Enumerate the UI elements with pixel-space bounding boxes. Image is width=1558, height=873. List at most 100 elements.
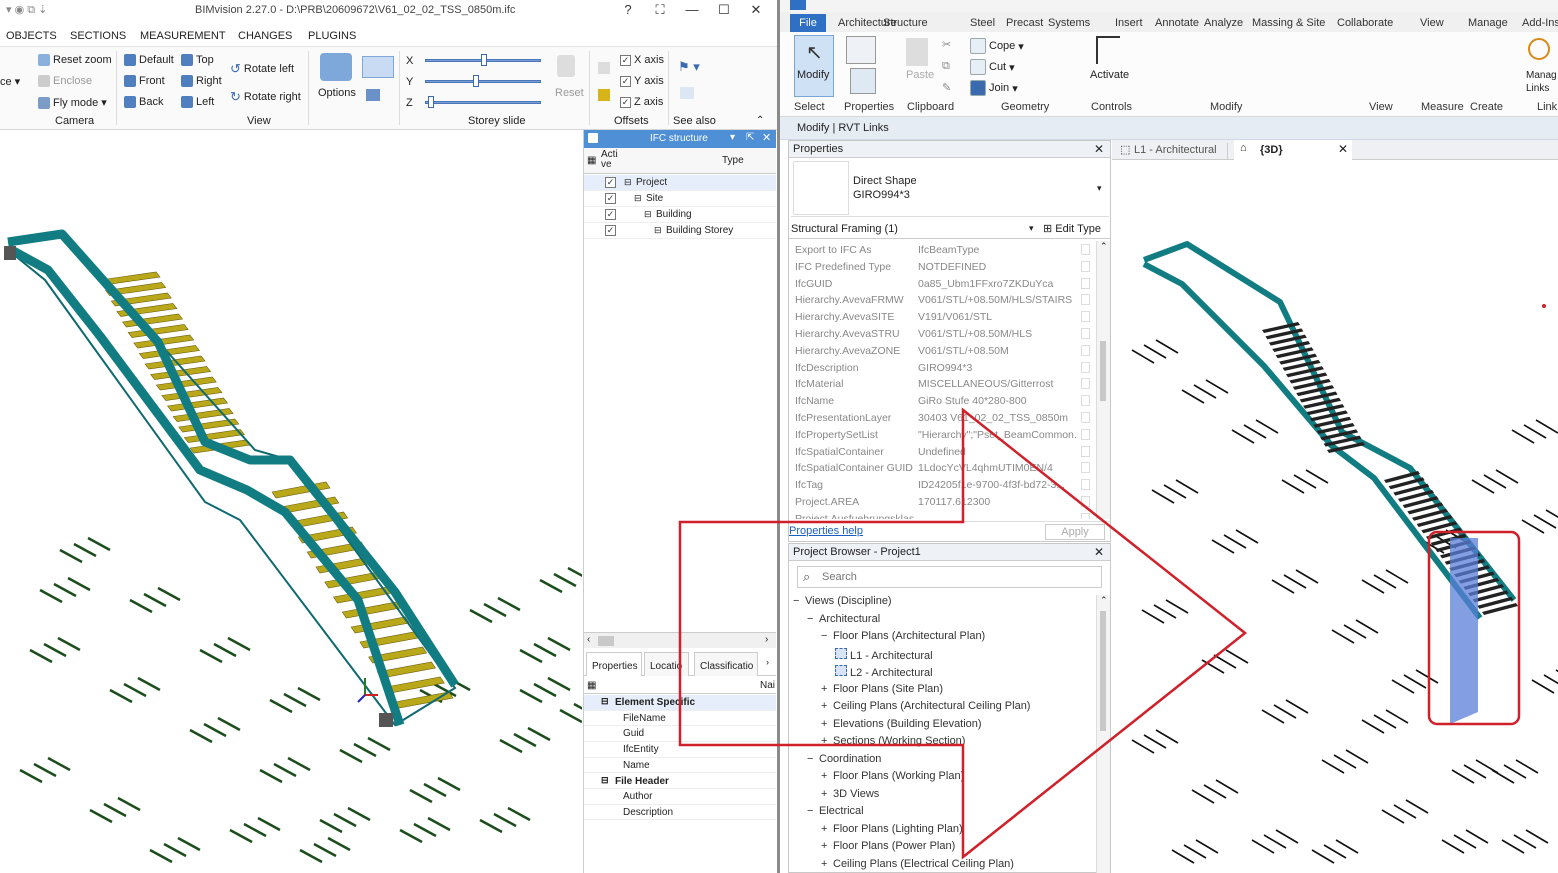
- visibility-checkbox[interactable]: ✓: [605, 177, 616, 188]
- search-field[interactable]: ⌕: [797, 566, 1102, 588]
- expand-icon[interactable]: ⊟: [654, 225, 662, 236]
- ribbon-tab[interactable]: Massing & Site: [1252, 17, 1325, 29]
- property-row[interactable]: Project.AREA 170117.612300: [789, 493, 1094, 510]
- view-right-button[interactable]: Right: [181, 75, 222, 87]
- gear-icon[interactable]: [320, 53, 352, 81]
- tab-measurement[interactable]: MEASUREMENT: [140, 30, 226, 42]
- ribbon-tab[interactable]: Analyze: [1204, 17, 1243, 29]
- maximize-button[interactable]: ☐: [714, 2, 734, 18]
- enclose-button[interactable]: Enclose: [38, 75, 92, 87]
- close-button[interactable]: ✕: [746, 2, 766, 18]
- paste-icon[interactable]: [906, 38, 928, 66]
- geometry-tools-icons[interactable]: [1030, 38, 1066, 93]
- broom-icon[interactable]: [557, 55, 575, 77]
- edit-type-button[interactable]: ⊞ Edit Type: [1043, 222, 1101, 235]
- scroll-left-icon[interactable]: ‹: [587, 634, 590, 645]
- expand-icon[interactable]: ⊟: [624, 177, 632, 188]
- layers-icon[interactable]: [362, 56, 394, 78]
- create-tools-icons[interactable]: [1460, 38, 1520, 93]
- ribbon-tab[interactable]: Collaborate: [1337, 17, 1393, 29]
- modify-tools-icons[interactable]: [1140, 38, 1255, 98]
- scroll-up-icon[interactable]: ⌃: [1100, 595, 1108, 606]
- tab-properties[interactable]: Properties: [586, 652, 642, 676]
- map-icon[interactable]: [366, 89, 380, 101]
- rotate-left-button[interactable]: ↺ Rotate left: [230, 61, 294, 77]
- ribbon-tab[interactable]: View: [1420, 17, 1444, 29]
- z-slider-thumb[interactable]: [428, 96, 435, 108]
- scroll-up-icon[interactable]: ⌃: [1100, 241, 1108, 252]
- property-row[interactable]: IfcDescription GIRO994*3: [789, 359, 1094, 376]
- browser-item[interactable]: + Ceiling Plans (Electrical Ceiling Plan): [821, 858, 1014, 873]
- property-row[interactable]: IfcTag ID24205f1e-9700-4f3f-bd72-3...: [789, 476, 1094, 493]
- visibility-checkbox[interactable]: ✓: [605, 209, 616, 220]
- property-row[interactable]: Hierarchy.AvevaSITE V191/V061/STL: [789, 308, 1094, 325]
- reset-zoom-button[interactable]: Reset zoom: [38, 54, 112, 66]
- browser-item[interactable]: L2 - Architectural: [835, 665, 933, 682]
- view-front-button[interactable]: Front: [124, 75, 165, 87]
- ribbon-group-label[interactable]: Select: [794, 101, 825, 113]
- x-slider[interactable]: [425, 54, 541, 66]
- chevron-down-icon[interactable]: ▾: [1097, 183, 1102, 194]
- close-icon[interactable]: ✕: [1338, 142, 1348, 156]
- type-properties-icon[interactable]: [850, 68, 876, 94]
- view-tab-l1[interactable]: ⬚ L1 - Architectural: [1118, 143, 1228, 160]
- browser-item[interactable]: − Electrical: [807, 805, 864, 822]
- expand-icon[interactable]: −: [807, 805, 819, 817]
- view-tools-icons[interactable]: [1352, 38, 1412, 93]
- cut-clip-icon[interactable]: ✂: [942, 38, 951, 51]
- expand-icon[interactable]: +: [821, 718, 833, 730]
- expand-icon[interactable]: −: [821, 630, 833, 642]
- cut-button[interactable]: Cut ▾: [970, 59, 1015, 75]
- properties-icon[interactable]: [846, 36, 876, 64]
- tab-plugins[interactable]: PLUGINS: [308, 30, 356, 42]
- browser-item[interactable]: + Floor Plans (Power Plan): [821, 840, 955, 857]
- apply-button[interactable]: Apply: [1045, 524, 1105, 540]
- type-column-header[interactable]: Type: [722, 155, 744, 166]
- type-selector[interactable]: Direct Shape GIRO994*3 ▾: [791, 159, 1109, 217]
- app-menu-icon[interactable]: ▾ ◉ ⧉ ⇣: [6, 3, 47, 17]
- ribbon-tab[interactable]: Annotate: [1155, 17, 1199, 29]
- collapse-icon[interactable]: ⊟: [601, 696, 609, 707]
- revit-3d-view[interactable]: [1112, 160, 1558, 873]
- expand-icon[interactable]: +: [821, 788, 833, 800]
- close-icon[interactable]: ✕: [762, 131, 771, 144]
- y-slider-thumb[interactable]: [473, 75, 480, 87]
- category-filter[interactable]: Structural Framing (1): [791, 223, 898, 235]
- copy-clip-icon[interactable]: ⧉: [942, 60, 950, 73]
- expand-icon[interactable]: −: [793, 595, 805, 607]
- expand-icon[interactable]: +: [821, 823, 833, 835]
- name-column-header[interactable]: Nai: [760, 680, 775, 691]
- pin-icon[interactable]: ⇱: [746, 132, 754, 143]
- expand-icon[interactable]: +: [821, 700, 833, 712]
- scroll-thumb[interactable]: [1100, 611, 1106, 731]
- ribbon-tab[interactable]: Steel: [970, 17, 995, 29]
- visibility-checkbox[interactable]: ✓: [605, 225, 616, 236]
- property-group[interactable]: ⊟ Element Specific: [584, 695, 776, 711]
- browser-item[interactable]: − Views (Discipline): [793, 595, 892, 612]
- tree-row[interactable]: ✓ ⊟ Building Storey: [584, 223, 776, 239]
- fly-mode-button[interactable]: Fly mode ▾: [38, 96, 107, 109]
- expand-icon[interactable]: ⊟: [644, 209, 652, 220]
- tree-row[interactable]: ✓ ⊟ Building: [584, 207, 776, 223]
- property-row[interactable]: Author: [584, 789, 776, 805]
- tab-file[interactable]: File: [790, 14, 826, 32]
- bim-3d-viewport[interactable]: [0, 130, 611, 873]
- help-button[interactable]: ?: [618, 2, 638, 17]
- browser-item[interactable]: − Floor Plans (Architectural Plan): [821, 630, 985, 647]
- property-row[interactable]: IFC Predefined Type NOTDEFINED: [789, 258, 1094, 275]
- reset-button[interactable]: Reset: [555, 87, 584, 99]
- fullscreen-button[interactable]: ⛶: [650, 2, 670, 18]
- tree-row[interactable]: ✓ ⊟ Site: [584, 191, 776, 207]
- property-group[interactable]: ⊟ File Header: [584, 773, 776, 789]
- y-axis-checkbox[interactable]: ✓ Y axis: [620, 75, 664, 87]
- scroll-thumb[interactable]: [598, 636, 614, 646]
- activate-icon[interactable]: [1096, 36, 1120, 64]
- browser-item[interactable]: L1 - Architectural: [835, 647, 933, 665]
- expand-icon[interactable]: +: [821, 683, 833, 695]
- browser-scrollbar[interactable]: ⌃: [1096, 595, 1110, 873]
- expand-icon[interactable]: −: [807, 753, 819, 765]
- properties-help-link[interactable]: Properties help: [789, 525, 863, 537]
- cope-button[interactable]: Cope ▾: [970, 38, 1024, 54]
- property-row[interactable]: IfcPropertySetList "Hierarchy";"Pset_Beam…: [789, 426, 1094, 443]
- property-row[interactable]: IfcSpatialContainer GUID 1LdocYcVL4qhmUTI…: [789, 459, 1094, 476]
